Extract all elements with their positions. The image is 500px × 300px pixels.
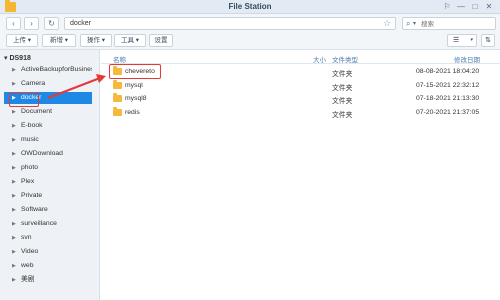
path-field[interactable]: docker ☆ xyxy=(64,17,396,30)
sidebar-item-label: web xyxy=(21,262,34,269)
file-name: redis xyxy=(125,108,140,116)
sidebar-item-label: surveillance xyxy=(21,220,57,227)
highlight-box-chevereto xyxy=(109,64,161,79)
expand-arrow-icon[interactable]: ▶ xyxy=(12,260,16,272)
sidebar-item-folder[interactable]: ▶ surveillance xyxy=(4,218,92,230)
toolbar: 上传 ▾ 新增 ▾ 操作 ▾ 工具 ▾ 设置 ☰ ▾ ⇅ xyxy=(0,32,500,50)
expand-arrow-icon[interactable]: ▶ xyxy=(12,218,16,230)
expand-arrow-icon[interactable]: ▶ xyxy=(12,190,16,202)
list-view-icon: ☰ xyxy=(453,37,460,44)
settings-button[interactable]: 设置 xyxy=(149,34,173,47)
upload-button[interactable]: 上传 ▾ xyxy=(6,34,38,47)
navigation-bar: ‹ › ↻ docker ☆ ⌕ ▾ xyxy=(0,14,500,32)
column-header-size[interactable]: 大小 xyxy=(313,54,326,64)
expand-arrow-icon[interactable]: ▶ xyxy=(12,120,16,132)
file-name: mysql8 xyxy=(125,95,147,102)
expand-arrow-icon[interactable]: ▶ xyxy=(12,176,16,188)
table-row[interactable]: mysql8 文件夹 07-18-2021 21:13:30 xyxy=(101,92,500,105)
expand-arrow-icon[interactable]: ▶ xyxy=(12,274,16,286)
file-modified-date: 07-20-2021 21:37:05 xyxy=(416,108,480,116)
new-button[interactable]: 新增 ▾ xyxy=(42,34,76,47)
sidebar-item-label: svn xyxy=(21,234,32,241)
refresh-button[interactable]: ↻ xyxy=(44,17,59,30)
favorite-star-icon[interactable]: ☆ xyxy=(383,18,391,29)
search-icon[interactable]: ⌕ xyxy=(406,19,410,29)
expand-arrow-icon[interactable]: ▶ xyxy=(12,246,16,258)
expand-arrow-icon[interactable]: ▶ xyxy=(12,64,16,76)
file-modified-date: 08-08-2021 18:04:20 xyxy=(416,68,480,75)
title-bar: File Station ⚐ — □ ✕ xyxy=(0,0,500,14)
action-button[interactable]: 操作 ▾ xyxy=(80,34,112,47)
sidebar-item-folder[interactable]: ▶ music xyxy=(4,134,92,146)
sidebar-item-folder[interactable]: ▶ E-book xyxy=(4,120,92,132)
minimize-button[interactable]: — xyxy=(456,2,466,12)
sidebar-item-folder[interactable]: ▶ Private xyxy=(4,190,92,202)
sort-button[interactable]: ⇅ xyxy=(481,34,495,47)
file-list-header: 名称 大小 文件类型 修改日期 xyxy=(101,50,500,64)
forward-button[interactable]: › xyxy=(24,17,39,30)
sidebar-item-folder[interactable]: ▶ Software xyxy=(4,204,92,216)
table-row[interactable]: mysql 文件夹 07-15-2021 22:32:12 xyxy=(101,79,500,92)
file-modified-date: 07-18-2021 21:13:30 xyxy=(416,95,480,102)
sidebar-item-label: Software xyxy=(21,206,48,213)
back-button[interactable]: ‹ xyxy=(6,17,21,30)
sidebar-item-label: ActiveBackupforBusiness xyxy=(21,66,92,73)
expand-arrow-icon[interactable]: ▶ xyxy=(12,204,16,216)
expand-arrow-icon[interactable]: ▶ xyxy=(12,106,16,118)
close-button[interactable]: ✕ xyxy=(484,2,494,12)
file-type: 文件夹 xyxy=(332,84,353,92)
window-title: File Station xyxy=(228,2,272,11)
column-header-modified[interactable]: 修改日期 xyxy=(454,54,480,64)
maximize-button[interactable]: □ xyxy=(470,2,480,12)
expand-arrow-icon[interactable]: ▶ xyxy=(12,78,16,90)
folder-icon xyxy=(113,93,122,102)
folder-icon xyxy=(113,79,122,89)
pin-icon[interactable]: ⚐ xyxy=(442,2,452,12)
tools-button[interactable]: 工具 ▾ xyxy=(114,34,146,47)
sidebar-item-label: Private xyxy=(21,192,43,199)
search-options-caret-icon[interactable]: ▾ xyxy=(413,20,416,27)
highlight-box-docker xyxy=(9,93,39,107)
view-mode-button[interactable]: ☰ ▾ xyxy=(447,34,477,47)
sidebar-item-label: Document xyxy=(21,108,52,115)
file-modified-date: 07-15-2021 22:32:12 xyxy=(416,81,480,89)
search-box[interactable]: ⌕ ▾ xyxy=(402,17,496,30)
sidebar-item-folder[interactable]: ▶ Document xyxy=(4,106,92,118)
file-type: 文件夹 xyxy=(332,98,353,105)
file-type: 文件夹 xyxy=(332,111,353,119)
sidebar-item-folder[interactable]: ▶ Camera xyxy=(4,78,92,90)
sidebar-item-folder[interactable]: ▶ Plex xyxy=(4,176,92,188)
sidebar-item-label: photo xyxy=(21,164,39,171)
file-type: 文件夹 xyxy=(332,71,353,78)
sidebar-item-folder[interactable]: ▶ ActiveBackupforBusiness xyxy=(4,64,92,76)
folder-icon xyxy=(113,106,122,116)
sidebar-item-label: Video xyxy=(21,248,39,255)
column-header-name[interactable]: 名称 xyxy=(113,54,126,64)
sidebar-item-folder[interactable]: ▶ 美剧 xyxy=(4,274,92,286)
sidebar-item-label: E-book xyxy=(21,122,43,129)
expand-arrow-icon[interactable]: ▶ xyxy=(12,134,16,146)
sidebar-item-folder[interactable]: ▶ OWDownload xyxy=(4,148,92,160)
table-row[interactable]: redis 文件夹 07-20-2021 21:37:05 xyxy=(101,106,500,119)
sidebar-item-label: Plex xyxy=(21,178,35,185)
sidebar-item-label: music xyxy=(21,136,39,143)
file-name: mysql xyxy=(125,81,143,89)
expand-arrow-icon[interactable]: ▶ xyxy=(12,148,16,160)
sidebar-item-folder[interactable]: ▶ photo xyxy=(4,162,92,174)
sidebar-item-label: OWDownload xyxy=(21,150,63,157)
search-input[interactable] xyxy=(421,19,493,29)
sidebar-item-folder[interactable]: ▶ web xyxy=(4,260,92,272)
expand-arrow-icon[interactable]: ▶ xyxy=(12,232,16,244)
chevron-down-icon: ▾ xyxy=(470,37,473,43)
path-text: docker xyxy=(70,20,92,27)
column-header-type[interactable]: 文件类型 xyxy=(332,54,358,64)
expand-arrow-icon[interactable]: ▶ xyxy=(12,162,16,174)
sidebar-item-folder[interactable]: ▶ svn xyxy=(4,232,92,244)
sidebar-item-label: Camera xyxy=(21,80,46,87)
sidebar-item-folder[interactable]: ▶ Video xyxy=(4,246,92,258)
tree-root-ds918[interactable]: ▾ DS918 xyxy=(4,54,31,62)
sidebar-item-label: 美剧 xyxy=(21,276,35,283)
